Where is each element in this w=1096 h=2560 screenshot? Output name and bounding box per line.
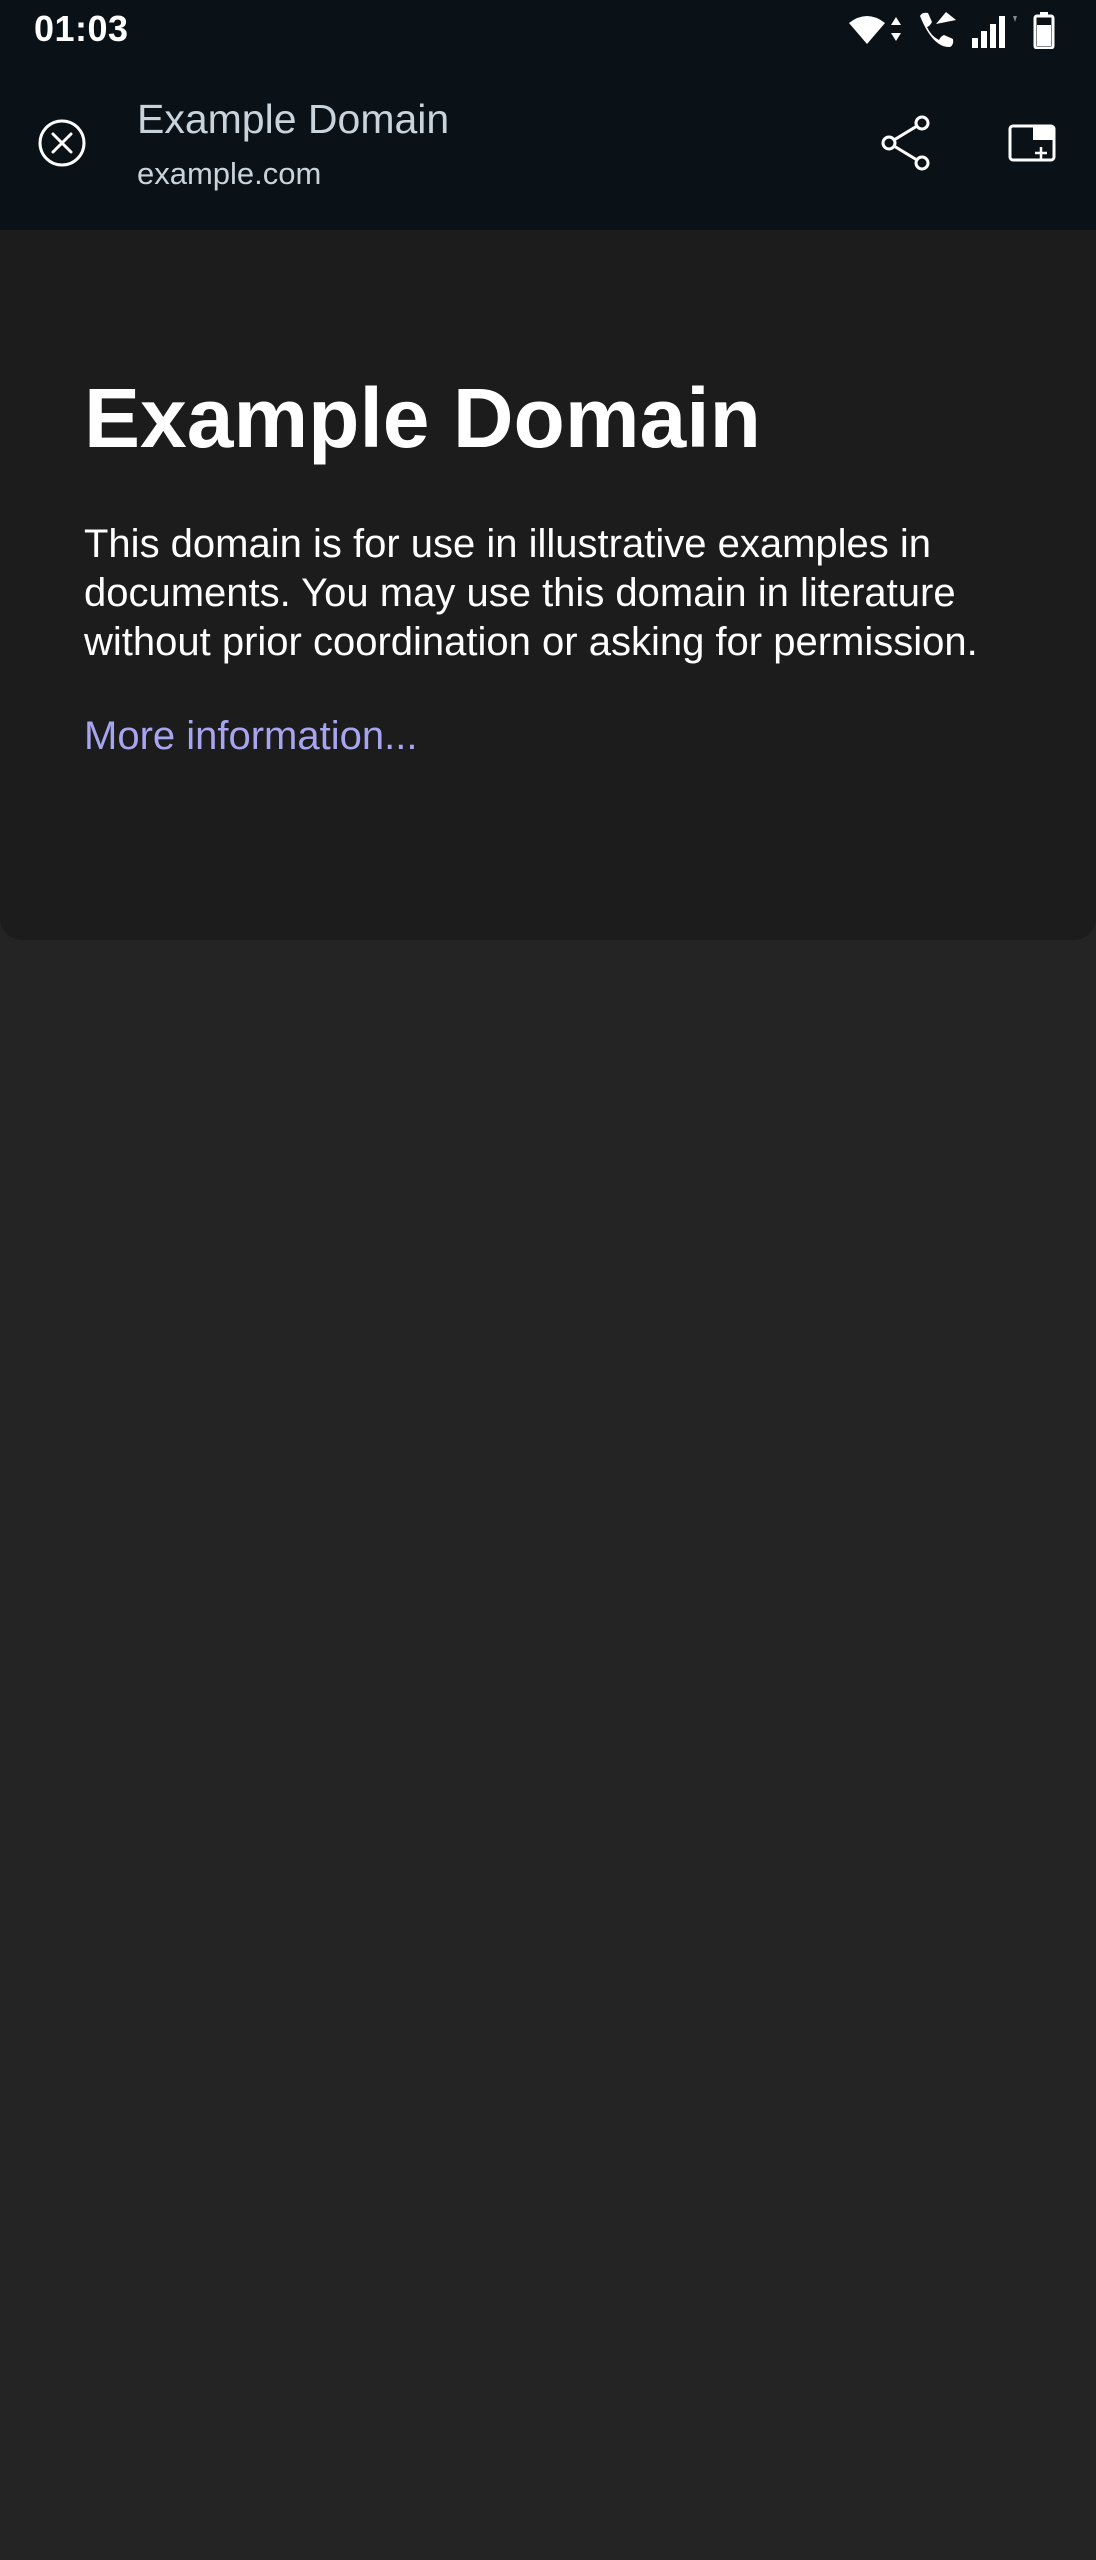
close-circle-icon — [37, 118, 87, 173]
wifi-icon — [848, 15, 886, 45]
page-url: example.com — [137, 156, 322, 191]
wifi-activity-arrows-icon — [890, 15, 902, 45]
page-title: Example Domain — [137, 96, 450, 142]
share-button[interactable] — [866, 105, 946, 185]
more-information-link[interactable]: More information... — [84, 711, 417, 761]
title-block: Example Domain example.com — [137, 94, 449, 194]
status-icons — [848, 8, 1056, 52]
status-time: 01:03 — [34, 8, 129, 49]
close-button[interactable] — [22, 105, 102, 185]
status-bar: 01:03 — [0, 0, 1096, 60]
content-heading: Example Domain — [84, 371, 761, 465]
share-icon — [880, 115, 932, 176]
battery-icon — [1032, 11, 1056, 49]
picture-in-picture-button[interactable] — [992, 105, 1072, 185]
picture-in-picture-icon — [1007, 123, 1057, 168]
cell-signal-icon — [970, 12, 1018, 48]
web-content-card: Example Domain This domain is for use in… — [0, 230, 1096, 940]
content-body: This domain is for use in illustrative e… — [84, 522, 978, 664]
custom-tab-toolbar: Example Domain example.com — [0, 60, 1096, 230]
wifi-calling-icon — [916, 10, 956, 50]
